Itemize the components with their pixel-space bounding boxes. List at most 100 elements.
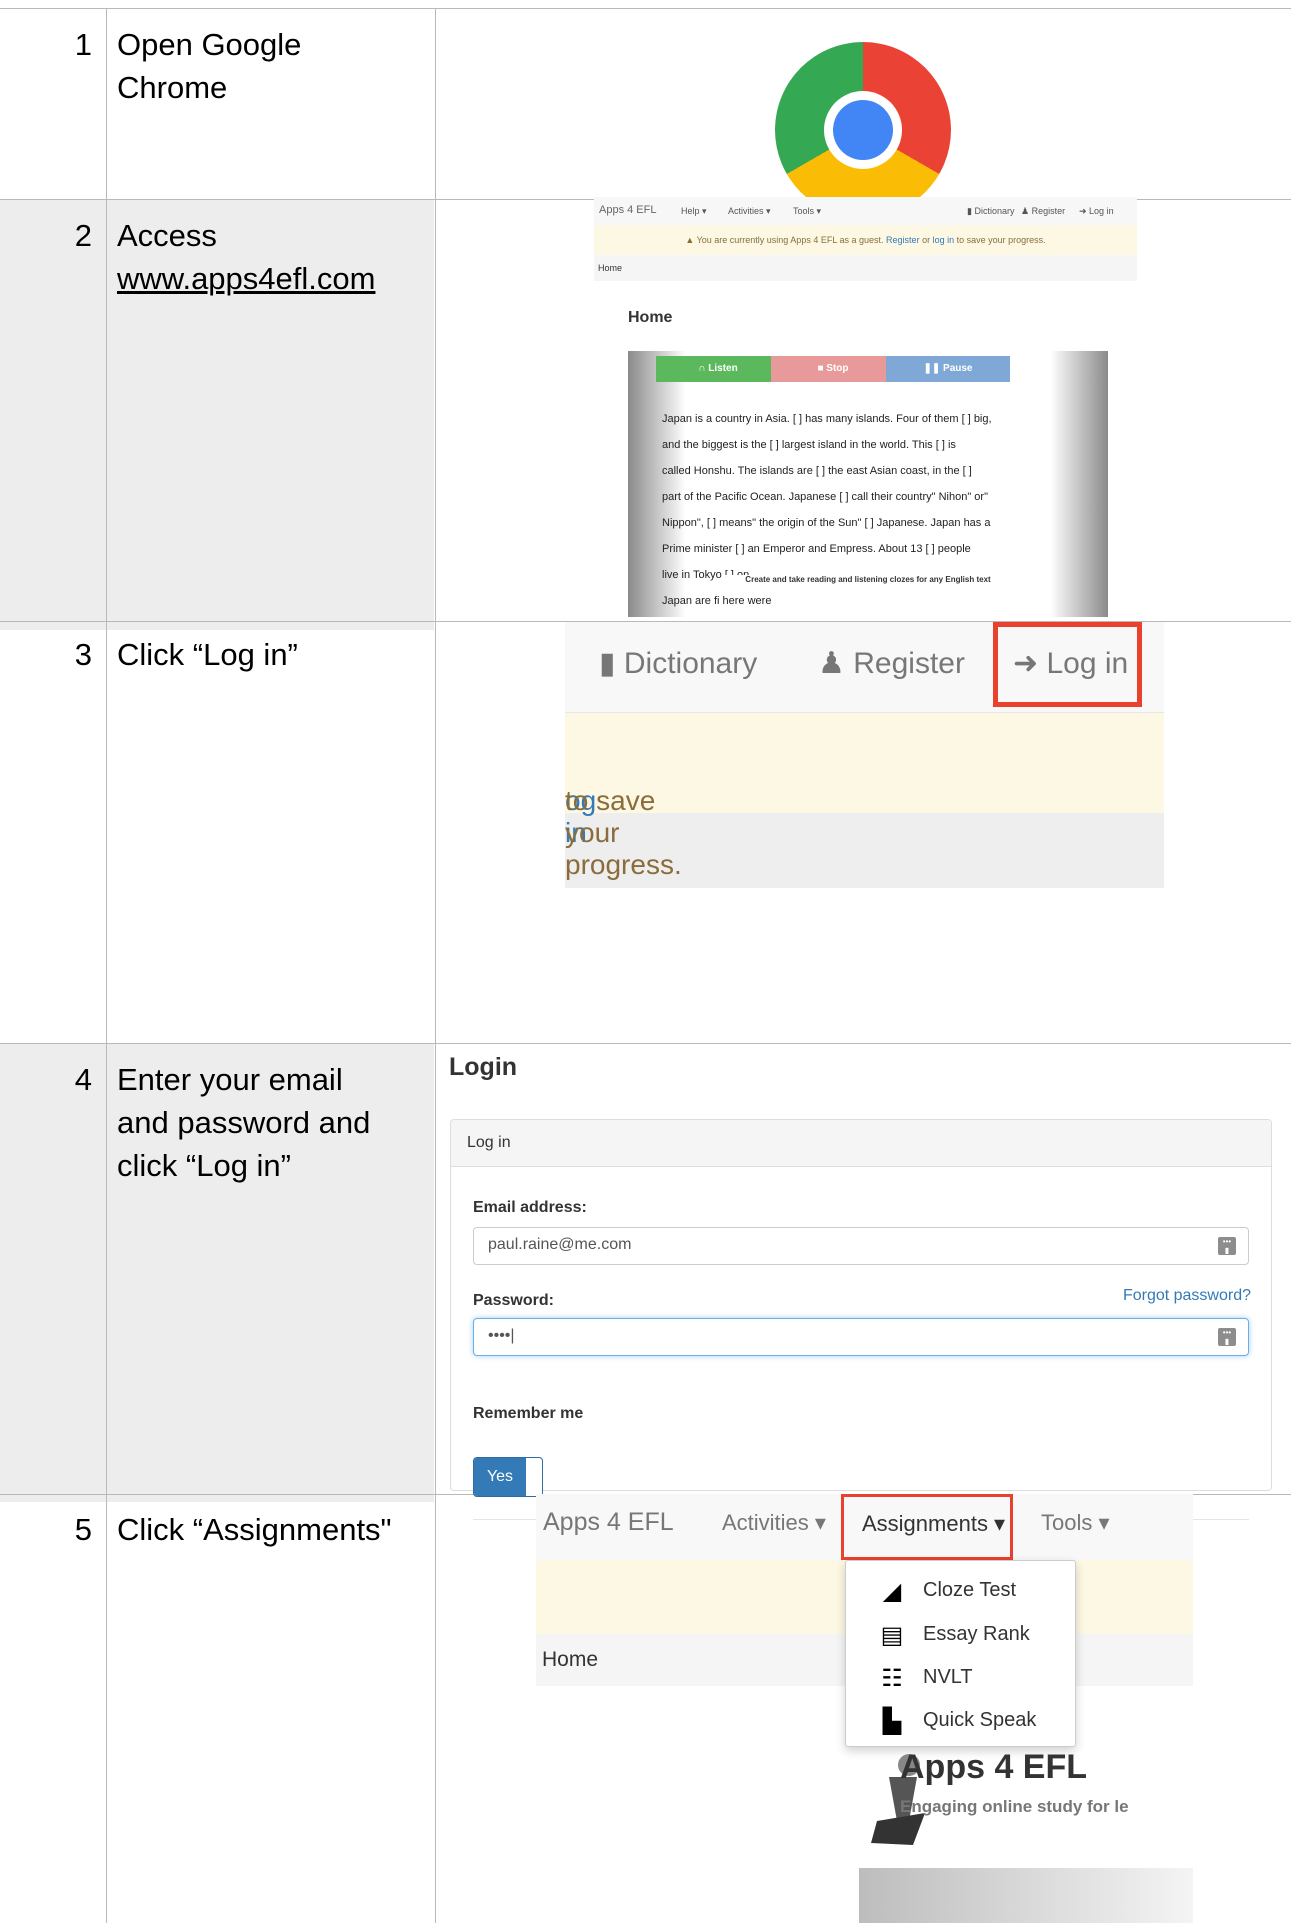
nav-dictionary[interactable]: ▮ Dictionary [599,646,757,681]
step-text: Access www.apps4efl.com [117,214,417,300]
stop-icon: ■ [817,363,824,374]
podium-icon: ▙ [882,1708,902,1735]
panel-heading: Log in [451,1120,1271,1167]
nav-help[interactable]: Help ▾ [681,206,707,217]
navbar-zoom: ▮ Dictionary ♟ Register ➜ Log in [565,622,1164,713]
password-input[interactable]: ••••| ••• ▮ [473,1318,1249,1356]
email-input[interactable]: paul.raine@me.com ••• ▮ [473,1227,1249,1265]
assignments-screenshot: Apps 4 EFL Activities ▾ Tools ▾ Assignme… [536,1494,1193,1923]
chrome-core [833,100,893,160]
nav-register-label: Register [853,647,965,680]
remember-toggle[interactable]: Yes [473,1457,543,1497]
page-title: Home [628,309,673,326]
password-value: ••••| [488,1327,515,1344]
remember-label: Remember me [473,1405,584,1422]
homepage-screenshot: Apps 4 EFL Help ▾ Activities ▾ Tools ▾ ▮… [594,197,1137,617]
breadcrumb-home[interactable]: Home [542,1648,598,1672]
menu-item-label: NVLT [923,1666,973,1688]
document-icon: ▤ [880,1622,904,1649]
breadcrumb[interactable]: Home [594,255,1137,281]
guest-alert: og in to save your progress. [565,713,1164,880]
cloze-line: Prime minister [ ] an Emperor and Empres… [662,543,971,555]
step-line: Open Google [117,27,302,62]
warning-icon: ▲ [685,235,695,245]
checklist-icon: ☷ [881,1665,903,1692]
nav-activities[interactable]: Activities ▾ [722,1510,826,1536]
menu-item-nvlt[interactable]: ☷ NVLT [846,1658,1075,1698]
alert-text: You are currently using Apps 4 EFL as a … [696,235,884,245]
brand[interactable]: Apps 4 EFL [543,1508,674,1537]
step-line: Access [117,218,217,253]
step-text: Click “Assignments" [117,1512,392,1547]
listen-label: Listen [708,363,738,374]
step-text: Enter your email and password and click … [117,1058,417,1187]
login-form-screenshot: Login Log in Email address: paul.raine@m… [449,1053,1290,1520]
slide-caption: Create and take reading and listening cl… [723,575,1013,584]
hero-image [859,1868,1193,1923]
nav-dictionary[interactable]: ▮ Dictionary [967,206,1014,217]
step-number: 2 [74,218,92,253]
stop-label: Stop [826,363,849,374]
cloze-line: called Honshu. The islands are [ ] the e… [662,465,972,477]
navbar: Apps 4 EFL Help ▾ Activities ▾ Tools ▾ ▮… [594,197,1137,226]
site-link[interactable]: www.apps4efl.com [117,261,375,296]
eraser-icon: ◢ [882,1578,902,1605]
forgot-password-link[interactable]: Forgot password? [1123,1287,1251,1305]
pause-label: Pause [943,363,973,374]
alert-text: to save your progress. [565,785,682,880]
assignments-highlight-box[interactable]: Assignments ▾ [841,1494,1013,1560]
alert-register-link[interactable]: Register [886,235,920,245]
step-line: click “Log in” [117,1148,291,1183]
nav-register[interactable]: ♟ Register [1021,206,1065,217]
step-line: and password and [117,1105,371,1140]
alert-end: to save your progress. [956,235,1046,245]
step-text: Open Google Chrome [117,23,417,109]
toggle-yes: Yes [474,1458,526,1496]
chrome-logo-icon [775,42,951,218]
nav-assignments[interactable]: Assignments ▾ [862,1511,1005,1537]
nav-register[interactable]: ♟ Register [818,646,965,681]
login-nav-zoom: ▮ Dictionary ♟ Register ➜ Log in og in t… [565,622,1164,888]
stop-button[interactable]: ■ Stop [771,356,895,382]
pause-button[interactable]: ❚❚ Pause [886,356,1010,382]
panel-title: Log in [467,1134,511,1151]
login-highlight-box [993,622,1142,707]
step-number: 5 [74,1512,92,1547]
menu-item-essay-rank[interactable]: ▤ Essay Rank [846,1615,1075,1655]
cloze-line: Japan is a country in Asia. [ ] has many… [662,413,992,425]
nav-tools[interactable]: Tools ▾ [793,206,821,217]
key-icon[interactable]: ••• ▮ [1218,1328,1236,1346]
step-line: Chrome [117,70,228,105]
book-icon: ▮ [599,647,616,680]
col-divider [106,8,107,1923]
nav-login[interactable]: ➜ Log in [1079,206,1114,217]
key-icon[interactable]: ••• ▮ [1218,1237,1236,1255]
logo-subtitle: Engaging online study for le [900,1797,1129,1816]
menu-item-cloze-test[interactable]: ◢ Cloze Test [846,1571,1075,1611]
cloze-line: part of the Pacific Ocean. Japanese [ ] … [662,491,988,503]
menu-item-quick-speak[interactable]: ▙ Quick Speak [846,1701,1075,1741]
alert-or: or [922,235,931,245]
guest-alert: ▲ You are currently using Apps 4 EFL as … [594,225,1137,255]
navbar: Apps 4 EFL Activities ▾ Tools ▾ Assignme… [536,1494,1193,1560]
menu-item-label: Quick Speak [923,1709,1037,1731]
nav-dictionary-label: Dictionary [974,206,1015,216]
nav-activities[interactable]: Activities ▾ [728,206,771,217]
step-text: Click “Log in” [117,637,298,672]
step-number: 1 [74,27,92,62]
cloze-panel: ∩ Listen ■ Stop ❚❚ Pause Japan is a coun… [628,351,1108,617]
menu-item-label: Cloze Test [923,1579,1017,1601]
cloze-line: and the biggest is the [ ] largest islan… [662,439,956,451]
step-number: 4 [74,1062,92,1097]
step-number: 3 [74,637,92,672]
alert-login-link[interactable]: log in [933,235,955,245]
col-divider [435,8,436,1923]
login-panel: Log in Email address: paul.raine@me.com … [450,1119,1272,1520]
listen-button[interactable]: ∩ Listen [656,356,780,382]
password-label: Password: [473,1292,554,1309]
nav-tools[interactable]: Tools ▾ [1041,1510,1110,1536]
cloze-line: Nippon", [ ] means" the origin of the Su… [662,517,991,529]
brand[interactable]: Apps 4 EFL [599,204,656,216]
assignments-dropdown: ◢ Cloze Test ▤ Essay Rank ☷ NVLT ▙ Quick… [845,1560,1076,1747]
nav-dictionary-label: Dictionary [623,647,758,680]
